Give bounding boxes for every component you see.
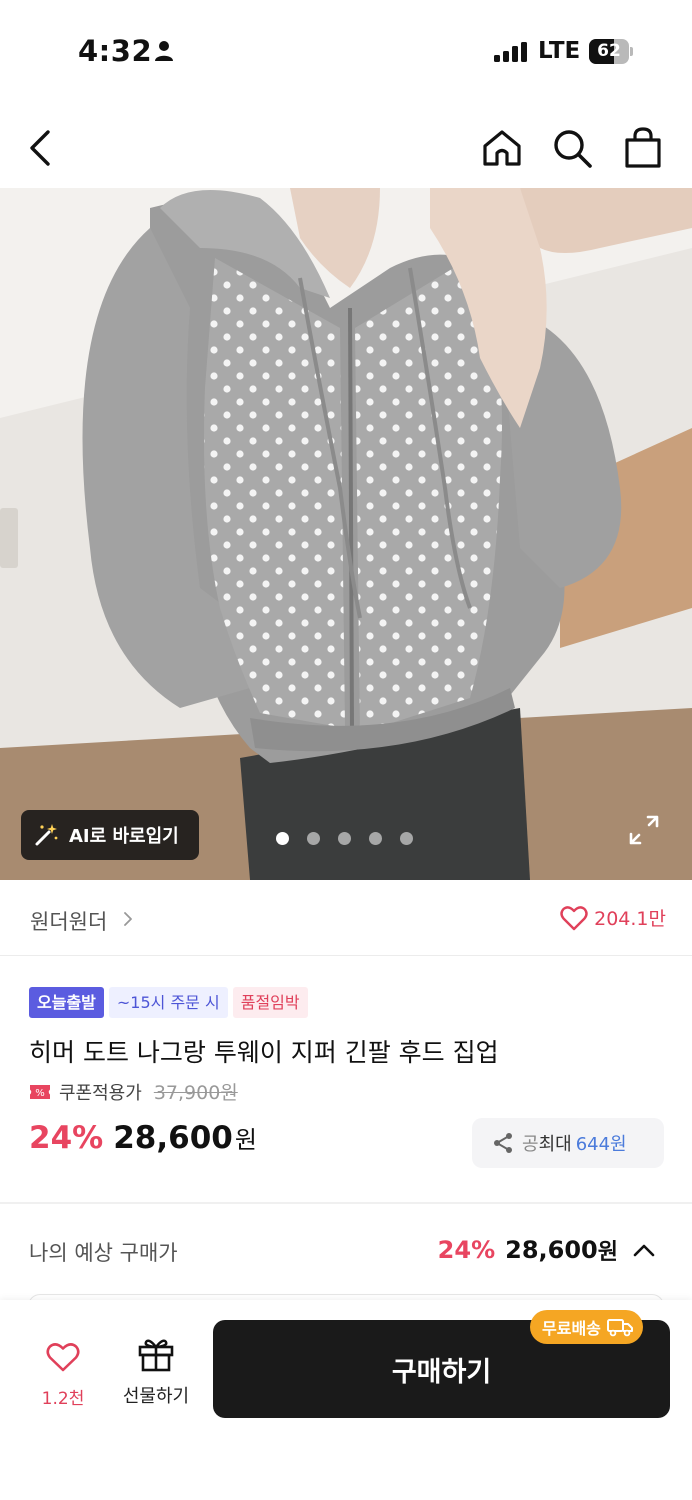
- share-label: 최대: [538, 1134, 572, 1155]
- product-title: 히머 도트 나그랑 투웨이 지퍼 긴팔 후드 집업: [29, 1038, 499, 1067]
- ai-try-on-label: AI로 바로입기: [69, 826, 179, 847]
- price-unit: 원: [234, 1126, 257, 1154]
- heart-icon: [46, 1343, 80, 1372]
- share-icon: [494, 1133, 512, 1153]
- share-prefix: 공: [522, 1134, 539, 1155]
- share-reward-amount: 644원: [575, 1134, 627, 1155]
- brand-row: 원더원더 204.1만: [0, 880, 692, 956]
- chevron-up-icon[interactable]: [632, 1242, 656, 1258]
- cart-button[interactable]: [619, 124, 667, 172]
- coupon-label: 쿠폰적용가: [59, 1082, 142, 1104]
- heart-icon: [560, 905, 588, 930]
- order-cutoff-badge: ~15시 주문 시: [108, 987, 228, 1018]
- pagination-dot[interactable]: [369, 832, 382, 845]
- gift-button[interactable]: 선물하기: [116, 1336, 196, 1408]
- search-button[interactable]: [548, 124, 596, 172]
- estimated-price-row[interactable]: 나의 예상 구매가 24% 28,600 원: [0, 1204, 692, 1294]
- chevron-right-icon: [124, 912, 132, 926]
- brand-like-count: 204.1만: [594, 908, 666, 930]
- battery-icon: 62: [589, 39, 633, 64]
- brand-like-button[interactable]: 204.1만: [560, 904, 666, 931]
- gift-label: 선물하기: [122, 1386, 190, 1407]
- today-shipping-badge: 오늘출발: [29, 987, 104, 1018]
- brand-link[interactable]: 원더원더: [30, 906, 107, 936]
- back-button[interactable]: [18, 124, 66, 172]
- pagination-dot[interactable]: [276, 832, 289, 845]
- pagination-dot[interactable]: [307, 832, 320, 845]
- home-button[interactable]: [478, 124, 526, 172]
- search-icon: [554, 130, 592, 168]
- person-icon: [155, 41, 173, 61]
- wishlist-count: 1.2천: [41, 1389, 85, 1409]
- buy-button-label: 구매하기: [391, 1356, 492, 1388]
- coupon-row: % 쿠폰적용가 37,900원: [29, 1078, 238, 1105]
- estimated-discount: 24%: [437, 1236, 496, 1264]
- battery-level: 62: [597, 41, 621, 61]
- network-label: LTE: [538, 38, 581, 64]
- status-time: 4:32: [78, 34, 153, 68]
- truck-icon: [606, 1319, 633, 1337]
- wishlist-button[interactable]: 1.2천: [33, 1342, 93, 1409]
- ai-try-on-button[interactable]: AI로 바로입기: [21, 810, 199, 860]
- gift-icon: [138, 1339, 174, 1372]
- estimated-price-unit: 원: [597, 1240, 618, 1265]
- bottom-action-bar: 1.2천 선물하기 구매하기 무료배송: [0, 1300, 692, 1500]
- low-stock-badge: 품절임박: [232, 987, 308, 1018]
- status-bar: 4:32 LTE 62: [0, 0, 692, 100]
- svg-text:%: %: [35, 1088, 45, 1099]
- discount-rate: 24%: [29, 1120, 104, 1156]
- signal-icon: [494, 42, 527, 62]
- free-shipping-badge: 무료배송: [530, 1310, 643, 1344]
- pagination-dot[interactable]: [400, 832, 413, 845]
- pagination-dot[interactable]: [338, 832, 351, 845]
- estimated-price-label: 나의 예상 구매가: [29, 1241, 178, 1265]
- back-arrow-icon: [30, 130, 50, 166]
- magic-wand-icon: [35, 824, 58, 846]
- estimated-price: 28,600: [505, 1236, 598, 1264]
- price-row: 24% 28,600 원: [29, 1120, 257, 1156]
- free-shipping-label: 무료배송: [542, 1319, 601, 1338]
- shopping-bag-icon: [625, 127, 661, 168]
- share-reward-button[interactable]: 공 최대 644원: [472, 1118, 664, 1168]
- expand-icon[interactable]: [628, 814, 660, 846]
- product-tags: 오늘출발 ~15시 주문 시 품절임박: [29, 987, 308, 1018]
- sale-price: 28,600: [113, 1120, 233, 1156]
- top-nav: [0, 110, 692, 184]
- home-icon: [483, 130, 521, 166]
- coupon-icon: %: [30, 1084, 50, 1099]
- gallery-pagination: [276, 832, 413, 845]
- product-photo: [0, 188, 692, 880]
- product-image-gallery[interactable]: AI로 바로입기: [0, 188, 692, 880]
- original-price: 37,900원: [153, 1082, 238, 1104]
